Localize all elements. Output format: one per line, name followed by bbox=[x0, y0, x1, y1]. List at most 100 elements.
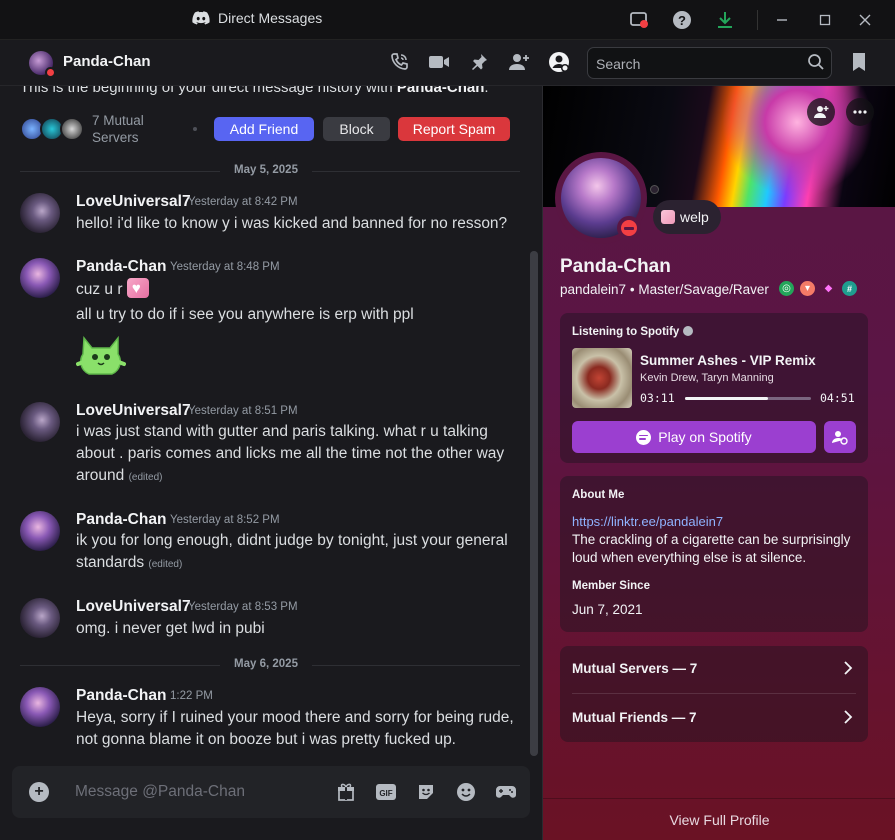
profile-display-name: Panda-Chan bbox=[560, 256, 671, 277]
emoji-icon[interactable] bbox=[454, 780, 478, 804]
user-avatar[interactable] bbox=[20, 193, 60, 233]
spotify-activity-card: Listening to Spotify Summer Ashes - VIP … bbox=[560, 313, 868, 463]
message-username[interactable]: Panda-Chan bbox=[76, 687, 166, 705]
scrollbar-thumb[interactable] bbox=[530, 251, 538, 756]
about-me-bio: The crackling of a cigarette can be surp… bbox=[572, 532, 851, 565]
edited-label: (edited) bbox=[148, 559, 183, 570]
download-icon[interactable] bbox=[713, 8, 737, 32]
view-full-profile-button[interactable]: View Full Profile bbox=[543, 798, 895, 840]
user-avatar[interactable] bbox=[20, 258, 60, 298]
inbox-alert-icon[interactable] bbox=[627, 8, 651, 32]
mutual-friends-row[interactable]: Mutual Friends — 7 bbox=[572, 703, 856, 731]
boost-gem-badge-icon[interactable]: ◆ bbox=[821, 281, 836, 296]
chevron-right-icon bbox=[842, 709, 854, 728]
header-avatar[interactable] bbox=[29, 51, 56, 78]
voice-call-icon[interactable] bbox=[388, 51, 410, 73]
mutual-server-icons[interactable] bbox=[20, 117, 86, 141]
hypesquad-badge-icon[interactable]: ▾ bbox=[800, 281, 815, 296]
track-artists[interactable]: Kevin Drew, Taryn Manning bbox=[640, 372, 774, 384]
dot-separator bbox=[193, 127, 197, 131]
message-text: all u try to do if i see you anywhere is… bbox=[76, 306, 414, 323]
dnd-status-icon bbox=[617, 216, 641, 240]
add-friend-button[interactable]: Add Friend bbox=[214, 117, 314, 141]
server-icon bbox=[60, 117, 84, 141]
video-call-icon[interactable] bbox=[428, 51, 450, 73]
message: Panda-Chan Yesterday at 8:48 PM cuz u r … bbox=[20, 258, 520, 384]
status-bubble-tail bbox=[650, 185, 659, 194]
mutual-servers-row[interactable]: Mutual Servers — 7 bbox=[572, 654, 856, 682]
dm-header: Panda-Chan bbox=[0, 40, 895, 86]
minimize-icon[interactable] bbox=[770, 8, 794, 32]
search-input[interactable] bbox=[596, 54, 796, 74]
message-text: cuz u r bbox=[76, 278, 516, 301]
search-box[interactable] bbox=[587, 47, 832, 79]
track-title[interactable]: Summer Ashes - VIP Remix bbox=[640, 353, 816, 368]
user-avatar[interactable] bbox=[20, 598, 60, 638]
message-username[interactable]: Panda-Chan bbox=[76, 258, 166, 276]
dm-intro-text: This is the beginning of your direct mes… bbox=[20, 86, 489, 96]
mutual-actions-row: 7 Mutual Servers Add Friend Block Report… bbox=[20, 113, 520, 147]
about-me-link[interactable]: https://linktr.ee/pandalein7 bbox=[572, 514, 723, 529]
more-options-icon[interactable] bbox=[846, 98, 874, 126]
album-art[interactable] bbox=[572, 348, 632, 408]
titlebar-divider bbox=[757, 10, 758, 30]
listen-along-button[interactable] bbox=[824, 421, 856, 453]
play-on-spotify-button[interactable]: Play on Spotify bbox=[572, 421, 816, 453]
pin-icon[interactable] bbox=[468, 51, 490, 73]
sticker-icon[interactable] bbox=[414, 780, 438, 804]
user-avatar[interactable] bbox=[20, 511, 60, 551]
dnd-status-icon bbox=[45, 67, 56, 78]
member-since-date: Jun 7, 2021 bbox=[572, 602, 643, 617]
activities-gamepad-icon[interactable] bbox=[494, 780, 518, 804]
report-spam-button[interactable]: Report Spam bbox=[398, 117, 510, 141]
gift-icon[interactable] bbox=[334, 780, 358, 804]
nitro-badge-icon[interactable]: ◎ bbox=[779, 281, 794, 296]
status-emoji-icon bbox=[661, 210, 675, 224]
custom-status: welp bbox=[653, 200, 721, 234]
message: LoveUniversal7 Yesterday at 8:51 PM i wa… bbox=[20, 402, 520, 492]
message-username[interactable]: Panda-Chan bbox=[76, 511, 166, 529]
message-username[interactable]: LoveUniversal7 bbox=[76, 598, 191, 616]
message-text: ik you for long enough, didnt judge by t… bbox=[76, 532, 508, 571]
close-window-icon[interactable] bbox=[853, 8, 877, 32]
gif-icon[interactable]: GIF bbox=[374, 780, 398, 804]
message-timestamp: Yesterday at 8:48 PM bbox=[170, 261, 280, 273]
elapsed-time: 03:11 bbox=[640, 391, 675, 405]
progress-fill bbox=[685, 397, 768, 400]
spotify-icon bbox=[636, 429, 652, 445]
bookmark-icon[interactable] bbox=[848, 51, 870, 73]
block-button[interactable]: Block bbox=[323, 117, 390, 141]
mutual-servers-count[interactable]: 7 Mutual Servers bbox=[92, 112, 162, 146]
message-text: omg. i never get lwd in pubi bbox=[76, 620, 265, 637]
profile-username[interactable]: pandalein7 bbox=[560, 282, 626, 297]
header-username[interactable]: Panda-Chan bbox=[63, 53, 151, 70]
user-profile-toggle-icon[interactable] bbox=[548, 51, 570, 73]
message-username[interactable]: LoveUniversal7 bbox=[76, 193, 191, 211]
user-avatar[interactable] bbox=[20, 687, 60, 727]
message-username[interactable]: LoveUniversal7 bbox=[76, 402, 191, 420]
window-title: Direct Messages bbox=[192, 10, 322, 26]
window-title-text: Direct Messages bbox=[218, 10, 323, 26]
message-text: i was just stand with gutter and paris t… bbox=[76, 423, 505, 484]
date-divider: May 6, 2025 bbox=[20, 658, 520, 672]
green-cat-sticker-icon[interactable] bbox=[76, 330, 126, 378]
svg-text:GIF: GIF bbox=[379, 789, 392, 798]
member-since-label: Member Since bbox=[572, 580, 650, 592]
about-me-label: About Me bbox=[572, 489, 625, 501]
mutuals-card: Mutual Servers — 7 Mutual Friends — 7 bbox=[560, 646, 868, 742]
maximize-icon[interactable] bbox=[813, 8, 837, 32]
user-avatar[interactable] bbox=[20, 402, 60, 442]
message-timestamp: Yesterday at 8:42 PM bbox=[188, 196, 298, 208]
chat-scrollbar[interactable] bbox=[530, 251, 538, 756]
help-icon[interactable]: ? bbox=[670, 8, 694, 32]
message: Panda-Chan 1:22 PM Heya, sorry if I ruin… bbox=[20, 687, 520, 755]
edited-label: (edited) bbox=[128, 472, 163, 483]
message-text: hello! i'd like to know y i was kicked a… bbox=[76, 215, 508, 232]
add-friends-to-dm-icon[interactable] bbox=[508, 51, 530, 73]
add-friend-profile-icon[interactable] bbox=[807, 98, 835, 126]
message: LoveUniversal7 Yesterday at 8:42 PM hell… bbox=[20, 193, 520, 239]
message-timestamp: Yesterday at 8:52 PM bbox=[170, 514, 280, 526]
hashtag-badge-icon[interactable]: # bbox=[842, 281, 857, 296]
message-input[interactable] bbox=[75, 780, 315, 804]
upload-plus-icon[interactable]: + bbox=[29, 782, 49, 802]
